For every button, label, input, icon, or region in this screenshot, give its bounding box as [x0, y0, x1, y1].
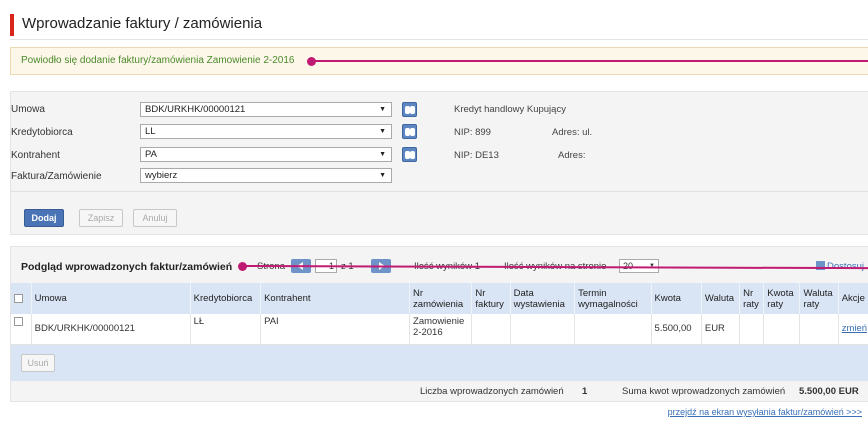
row-checkbox[interactable]: [14, 316, 23, 326]
col-header-kwota-raty[interactable]: Kwota raty: [763, 283, 801, 314]
row-select-cell[interactable]: [11, 314, 32, 345]
col-header-umowa[interactable]: Umowa: [31, 283, 191, 314]
summary-count-label: Liczba wprowadzonych zamówień: [420, 386, 564, 397]
kredytobiorca-nip: NIP: 899: [454, 127, 491, 138]
kontrahent-label: Kontrahent: [11, 150, 60, 161]
summary-bar: Liczba wprowadzonych zamówień 1 Suma kwo…: [11, 381, 868, 401]
chevron-down-icon: ▼: [379, 151, 386, 158]
cell-nr-raty: [739, 314, 765, 345]
col-header-akcje: Akcje: [838, 283, 868, 314]
kredytobiorca-adres: Adres: ul.: [552, 127, 593, 138]
kontrahent-nip: NIP: DE13: [454, 150, 499, 161]
cell-nr-faktury: [471, 314, 511, 345]
col-header-termin[interactable]: Termin wymagalności: [574, 283, 652, 314]
col-header-nr-faktury[interactable]: Nr faktury: [471, 283, 511, 314]
select-all-cell[interactable]: [11, 283, 32, 314]
table-header-row: Umowa Kredytobiorca Kontrahent Nr zamówi…: [11, 283, 868, 314]
kredytobiorca-label: Kredytobiorca: [11, 127, 73, 138]
col-header-nr-zamowienia[interactable]: Nr zamówienia: [409, 283, 473, 314]
binoculars-icon[interactable]: [402, 124, 417, 139]
kontrahent-select[interactable]: PA ▼: [140, 147, 392, 162]
cell-termin: [574, 314, 652, 345]
kontrahent-adres: Adres:: [558, 150, 586, 161]
binoculars-icon[interactable]: [402, 147, 417, 162]
col-header-data-wystawienia[interactable]: Data wystawienia: [510, 283, 576, 314]
kredytobiorca-select-value: LL: [145, 126, 156, 137]
zapisz-button[interactable]: Zapisz: [79, 209, 123, 227]
kredytobiorca-select[interactable]: LL ▼: [140, 124, 392, 139]
go-to-send-screen-link[interactable]: przejdź na ekran wysyłania faktur/zamówi…: [668, 407, 862, 417]
col-header-kontrahent[interactable]: Kontrahent: [260, 283, 411, 314]
anuluj-button[interactable]: Anuluj: [133, 209, 177, 227]
list-title: Podgląd wprowadzonych faktur/zamówień: [21, 261, 233, 273]
cell-kredytobiorca: LŁ: [190, 314, 262, 345]
title-divider: [10, 39, 868, 40]
cell-waluta-raty: [799, 314, 839, 345]
dodaj-button[interactable]: Dodaj: [24, 209, 64, 227]
annotation-line-alert: [312, 60, 868, 62]
col-header-nr-raty[interactable]: Nr raty: [739, 283, 765, 314]
faktura-label: Faktura/Zamówienie: [11, 171, 102, 182]
cell-waluta: EUR: [701, 314, 741, 345]
cell-kontrahent: PAI: [260, 314, 411, 345]
summary-sum-value: 5.500,00 EUR: [799, 386, 859, 397]
col-header-kwota[interactable]: Kwota: [651, 283, 702, 314]
usun-button[interactable]: Usuń: [21, 354, 55, 372]
page-title: Wprowadzanie faktury / zamówienia: [22, 15, 263, 32]
cell-nr-zamowienia: Zamowienie 2-2016: [409, 314, 473, 345]
col-header-waluta-raty[interactable]: Waluta raty: [799, 283, 839, 314]
umowa-select-value: BDK/URKHK/00000121: [145, 104, 246, 115]
summary-sum-label: Suma kwot wprowadzonych zamówień: [622, 386, 786, 397]
page-title-bar: Wprowadzanie faktury / zamówienia: [10, 14, 262, 36]
faktura-select[interactable]: wybierz ▼: [140, 168, 392, 183]
orders-table: Umowa Kredytobiorca Kontrahent Nr zamówi…: [11, 283, 868, 345]
col-header-waluta[interactable]: Waluta: [701, 283, 741, 314]
success-message: Powiodło się dodanie faktury/zamówienia …: [21, 55, 295, 66]
form-divider: [10, 191, 868, 192]
chevron-down-icon: ▼: [379, 106, 386, 113]
umowa-select[interactable]: BDK/URKHK/00000121 ▼: [140, 102, 392, 117]
table-row: BDK/URKHK/00000121 LŁ PAI Zamowienie 2-2…: [11, 314, 868, 345]
cell-kwota: 5.500,00: [651, 314, 702, 345]
umowa-info: Kredyt handlowy Kupujący: [454, 104, 566, 115]
chevron-down-icon: ▼: [379, 128, 386, 135]
cell-umowa: BDK/URKHK/00000121: [31, 314, 191, 345]
edit-row-link[interactable]: zmień: [842, 323, 867, 334]
cell-kwota-raty: [763, 314, 801, 345]
list-panel: Podgląd wprowadzonych faktur/zamówień St…: [10, 246, 868, 402]
summary-count-value: 1: [582, 386, 588, 397]
col-header-kredytobiorca[interactable]: Kredytobiorca: [190, 283, 262, 314]
select-all-checkbox[interactable]: [14, 293, 23, 303]
binoculars-icon[interactable]: [402, 102, 417, 117]
cell-data-wystawienia: [510, 314, 576, 345]
umowa-label: Umowa: [11, 104, 45, 115]
kontrahent-select-value: PA: [145, 149, 157, 160]
faktura-select-value: wybierz: [145, 170, 178, 181]
cell-akcje: zmień: [838, 314, 868, 345]
chevron-down-icon: ▼: [379, 172, 386, 179]
table-actions-bar: Usuń: [11, 345, 868, 381]
